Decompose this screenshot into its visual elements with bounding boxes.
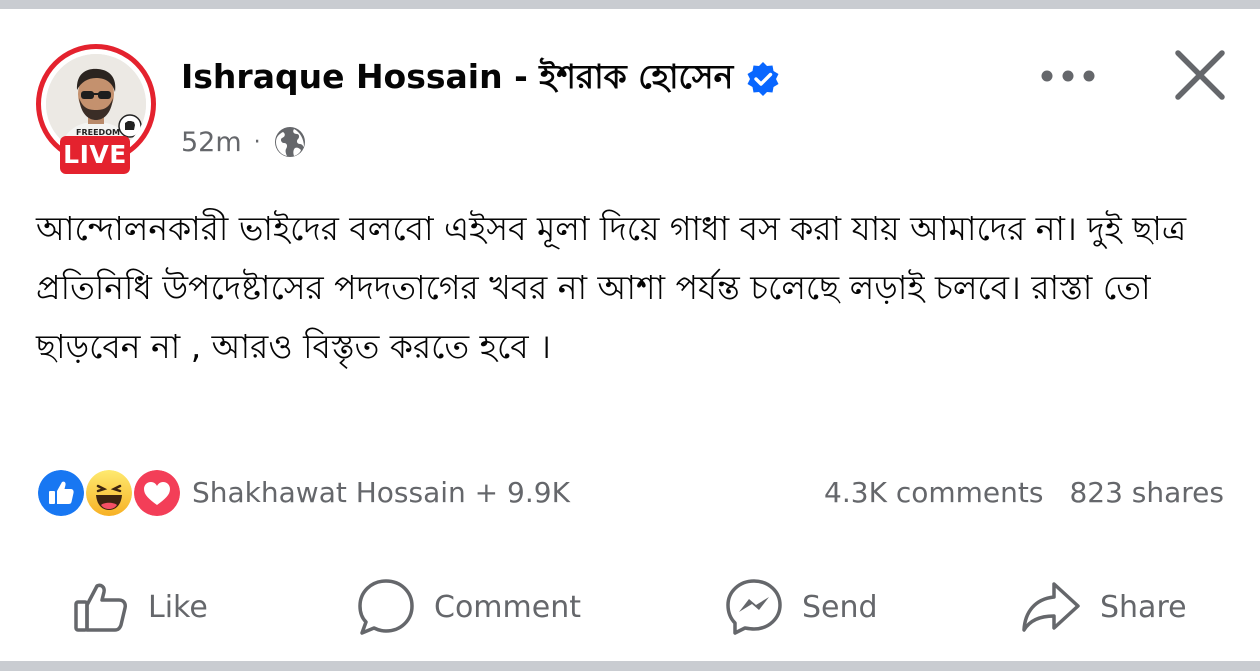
love-reaction-icon xyxy=(132,468,182,518)
like-reaction-icon xyxy=(36,468,86,518)
more-dots-icon xyxy=(1041,70,1095,82)
like-label: Like xyxy=(148,589,208,625)
comments-count[interactable]: 4.3K comments xyxy=(824,476,1043,509)
send-button[interactable]: Send xyxy=(724,569,878,645)
messenger-icon xyxy=(726,579,782,635)
action-bar: Like Comment Send Share xyxy=(0,569,1260,645)
share-arrow-icon xyxy=(1022,582,1080,632)
top-divider xyxy=(0,0,1260,9)
post-header: Ishraque Hossain - ইশরাক হোসেন xyxy=(181,57,781,101)
comment-label: Comment xyxy=(434,589,581,625)
send-label: Send xyxy=(802,589,878,625)
haha-reaction-icon xyxy=(84,468,134,518)
globe-icon xyxy=(273,125,307,159)
post-card: FREEDOM LIVE Ishraque Hossain - ইশরাক হো… xyxy=(0,9,1260,661)
live-badge: LIVE xyxy=(60,136,130,174)
post-meta: 52m · xyxy=(181,122,307,162)
like-button[interactable]: Like xyxy=(72,569,208,645)
author-name[interactable]: Ishraque Hossain - ইশরাক হোসেন xyxy=(181,51,733,107)
post-timestamp[interactable]: 52m xyxy=(181,127,242,158)
profile-avatar[interactable]: FREEDOM LIVE xyxy=(36,44,158,184)
reaction-summary-text: Shakhawat Hossain + 9.9K xyxy=(192,475,570,509)
verified-badge-icon xyxy=(745,61,781,97)
meta-separator: · xyxy=(253,129,261,155)
thumbs-up-icon xyxy=(74,583,127,632)
comment-button[interactable]: Comment xyxy=(356,569,581,645)
comment-bubble-icon xyxy=(358,579,414,635)
close-button[interactable] xyxy=(1170,45,1230,105)
engagement-stats: 4.3K comments 823 shares xyxy=(824,468,1224,516)
reaction-icons xyxy=(36,468,182,518)
shares-count[interactable]: 823 shares xyxy=(1069,476,1224,509)
bottom-divider xyxy=(0,661,1260,671)
reaction-summary[interactable]: Shakhawat Hossain + 9.9K xyxy=(36,468,570,518)
post-body-text: আন্দোলনকারী ভাইদের বলবো এইসব মূলা দিয়ে … xyxy=(36,209,1187,366)
share-label: Share xyxy=(1100,589,1187,625)
share-button[interactable]: Share xyxy=(1020,569,1187,645)
close-icon xyxy=(1175,50,1225,100)
more-options-button[interactable] xyxy=(1033,54,1103,98)
